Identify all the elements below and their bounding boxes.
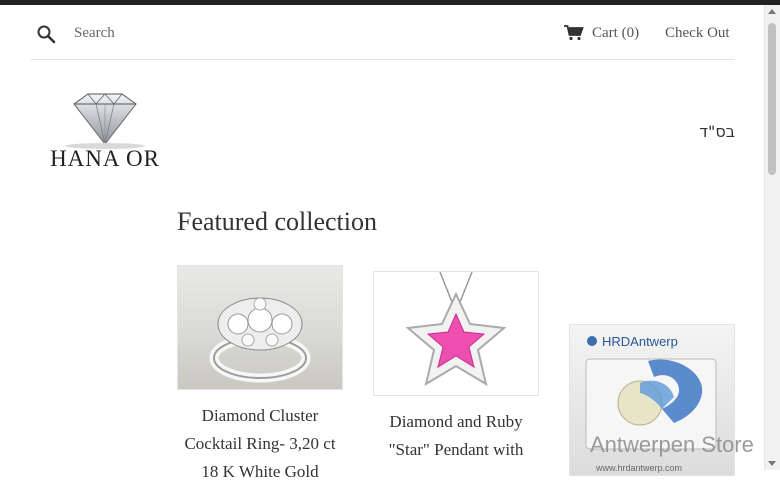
- featured-collection-heading: Featured collection: [177, 207, 377, 236]
- diamond-ring-icon: [209, 297, 311, 383]
- scroll-down-icon[interactable]: [768, 461, 776, 466]
- cart-icon: [564, 25, 584, 41]
- top-bar: [0, 0, 780, 5]
- search-icon[interactable]: [36, 24, 56, 44]
- product-image-ring[interactable]: [177, 265, 343, 390]
- product-card[interactable]: Diamond and Ruby "Star" Pendant with: [373, 271, 539, 464]
- header-divider: [30, 59, 735, 60]
- cart-count: (0): [621, 24, 640, 41]
- antwerpen-store-watermark: Antwerpen Store: [590, 432, 754, 457]
- star-pendant-icon: [405, 272, 507, 387]
- scrollbar[interactable]: [764, 5, 780, 470]
- store-logo[interactable]: HANA OR: [30, 86, 180, 178]
- scroll-up-icon[interactable]: [768, 9, 776, 14]
- cart-link[interactable]: Cart (0): [564, 22, 639, 44]
- product-image-pendant[interactable]: [373, 271, 539, 396]
- hrd-label: HRDAntwerp: [602, 334, 678, 349]
- product-title[interactable]: Diamond and Ruby "Star" Pendant with: [373, 408, 539, 464]
- product-title[interactable]: Diamond Cluster Cocktail Ring- 3,20 ct 1…: [177, 402, 343, 486]
- bsd-text: בס"ד: [699, 122, 735, 141]
- search-input[interactable]: [74, 22, 294, 44]
- checkout-link[interactable]: Check Out: [665, 22, 730, 44]
- hrd-url: www.hrdantwerp.com: [595, 463, 682, 473]
- logo-text: HANA OR: [50, 146, 160, 171]
- diamond-logo-icon: [65, 93, 145, 149]
- scrollbar-thumb[interactable]: [768, 23, 776, 175]
- cart-label: Cart (0): [592, 24, 640, 41]
- product-card[interactable]: Diamond Cluster Cocktail Ring- 3,20 ct 1…: [177, 265, 343, 486]
